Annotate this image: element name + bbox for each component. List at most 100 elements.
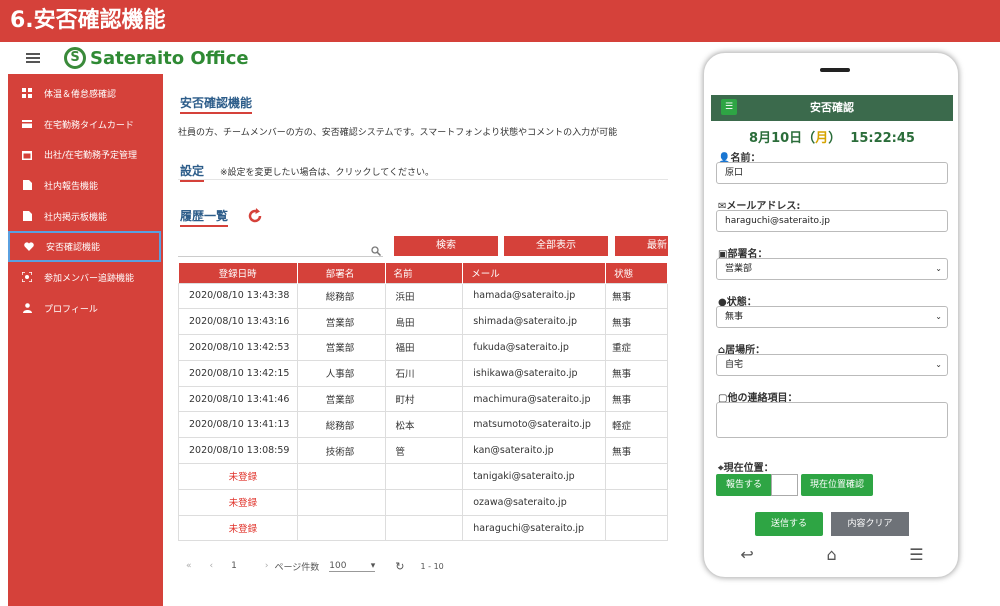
date-cell: 2020/08/10 13:41:46	[178, 385, 298, 413]
status-select[interactable]: 無事 ⌄	[716, 306, 948, 328]
send-button[interactable]: 送信する	[755, 512, 823, 536]
page-range: 1 - 10	[420, 561, 444, 571]
email-cell: matsumoto@sateraito.jp	[462, 411, 607, 439]
sidebar-item-label: 体温＆倦怠感確認	[44, 89, 117, 100]
dept-cell: 営業部	[296, 385, 386, 413]
sidebar-item-label: 参加メンバー追跡機能	[44, 273, 135, 284]
email-cell: fukuda@sateraito.jp	[462, 334, 607, 361]
column-header[interactable]: 部署名	[297, 263, 386, 283]
check-position-button[interactable]: 現在位置確認	[801, 474, 873, 496]
sidebar-item-health-check[interactable]: 体温＆倦怠感確認	[8, 78, 163, 109]
report-toggle[interactable]	[771, 474, 798, 496]
settings-note: ※設定を変更したい場合は、クリックしてください。	[220, 168, 435, 178]
sidebar-item-profile[interactable]: プロフィール	[8, 293, 163, 324]
sidebar-item-label: 社内報告機能	[44, 181, 99, 192]
sidebar-item-label: 社内掲示板機能	[44, 212, 108, 223]
home-nav-icon[interactable]: ⌂	[826, 545, 836, 564]
page-banner: 6.安否確認機能	[0, 0, 1000, 42]
dept-cell	[296, 488, 386, 516]
weekday-text: 月	[815, 131, 829, 146]
location-select[interactable]: 自宅 ⌄	[716, 354, 948, 376]
search-icon[interactable]	[371, 241, 382, 260]
per-page-label: ページ件数	[274, 562, 320, 573]
sidebar-item-board[interactable]: 社内掲示板機能	[8, 201, 163, 232]
name-cell: 松本	[384, 411, 464, 439]
dept-select[interactable]: 営業部 ⌄	[716, 258, 948, 280]
heart-icon	[24, 242, 34, 252]
name-input[interactable]: 原口	[716, 162, 948, 184]
refresh-page-icon[interactable]: ↻	[395, 560, 404, 573]
dept-cell: 人事部	[296, 359, 386, 387]
email-input[interactable]: haraguchi@sateraito.jp	[716, 210, 948, 232]
status-cell	[605, 488, 668, 516]
email-cell: hamada@sateraito.jp	[462, 282, 607, 310]
column-header[interactable]: メール	[462, 263, 607, 283]
search-row: 検索 全部表示 最新	[178, 236, 668, 258]
table-row[interactable]: 2020/08/10 13:08:59 技術部 管 kan@sateraito.…	[178, 437, 668, 465]
status-cell: 無事	[605, 308, 668, 336]
table-row[interactable]: 2020/08/10 13:43:38 総務部 浜田 hamada@satera…	[178, 282, 668, 310]
clear-button[interactable]: 内容クリア	[831, 512, 909, 536]
status-cell	[605, 514, 668, 542]
chevron-down-icon: ⌄	[935, 264, 942, 273]
unregistered-cell: 未登録	[178, 514, 298, 542]
hamburger-menu-icon[interactable]	[26, 53, 40, 63]
table-row[interactable]: 未登録 ozawa@sateraito.jp	[178, 488, 668, 516]
latest-button[interactable]: 最新	[615, 236, 668, 256]
column-header[interactable]: 状態	[605, 263, 668, 283]
status-cell	[605, 463, 668, 490]
back-icon[interactable]: ↩	[740, 545, 753, 564]
main-content: 安否確認機能 社員の方、チームメンバーの方の、安否確認システムです。スマートフォ…	[178, 74, 668, 606]
report-button[interactable]: 報告する	[716, 474, 772, 496]
settings-link[interactable]: 設定	[180, 162, 205, 182]
dept-cell: 総務部	[296, 411, 386, 439]
table-row[interactable]: 2020/08/10 13:41:13 総務部 松本 matsumoto@sat…	[178, 411, 668, 439]
menu-icon[interactable]: ☰	[909, 545, 923, 564]
document-icon	[22, 180, 32, 191]
location-value: 自宅	[725, 360, 744, 370]
table-row[interactable]: 2020/08/10 13:42:53 営業部 福田 fukuda@satera…	[178, 334, 668, 361]
name-cell: 福田	[384, 334, 464, 361]
table-row[interactable]: 2020/08/10 13:41:46 営業部 町村 machimura@sat…	[178, 385, 668, 413]
sidebar-item-tracking[interactable]: 参加メンバー追跡機能	[8, 262, 163, 293]
name-cell	[384, 488, 464, 516]
email-cell: haraguchi@sateraito.jp	[462, 514, 607, 542]
history-title: 履歴一覧	[180, 207, 229, 227]
app-logo[interactable]: S Sateraito Office	[64, 47, 249, 69]
first-page-icon[interactable]: «	[186, 561, 192, 571]
sidebar-item-safety[interactable]: 安否確認機能	[8, 231, 161, 263]
phone-title: 安否確認	[810, 101, 854, 114]
sidebar-item-timecard[interactable]: 在宅勤務タイムカード	[8, 109, 163, 140]
other-textarea[interactable]	[716, 402, 948, 438]
status-cell: 無事	[605, 359, 668, 387]
status-cell: 無事	[605, 385, 668, 413]
list-menu-icon[interactable]: ☰	[721, 99, 737, 115]
date-suffix: ）	[828, 131, 842, 146]
next-page-icon[interactable]: ›	[265, 561, 269, 571]
current-page[interactable]: 1	[231, 561, 237, 571]
refresh-icon[interactable]	[246, 207, 264, 229]
date-cell: 2020/08/10 13:42:15	[178, 359, 298, 387]
per-page-select[interactable]: 100 ▾	[329, 560, 376, 572]
status-cell: 無事	[605, 437, 668, 465]
search-button[interactable]: 検索	[394, 236, 498, 256]
table-row[interactable]: 未登録 tanigaki@sateraito.jp	[178, 463, 668, 490]
column-header[interactable]: 登録日時	[178, 263, 298, 283]
dept-value: 営業部	[725, 264, 753, 274]
dropdown-arrow-icon: ▾	[370, 560, 376, 571]
table-row[interactable]: 未登録 haraguchi@sateraito.jp	[178, 514, 668, 542]
dept-cell: 営業部	[296, 334, 386, 361]
sidebar-item-schedule[interactable]: 出社/在宅勤務予定管理	[8, 139, 163, 170]
table-row[interactable]: 2020/08/10 13:42:15 人事部 石川 ishikawa@sate…	[178, 359, 668, 387]
status-cell: 軽症	[605, 411, 668, 439]
sidebar-item-report[interactable]: 社内報告機能	[8, 170, 163, 201]
table-row[interactable]: 2020/08/10 13:43:16 営業部 島田 shimada@sater…	[178, 308, 668, 336]
column-header[interactable]: 名前	[385, 263, 464, 283]
name-cell	[384, 463, 464, 490]
history-table: 登録日時 部署名 名前 メール 状態 2020/08/10 13:43:38 総…	[178, 263, 668, 542]
date-text: 8月10日（	[749, 131, 816, 146]
show-all-button[interactable]: 全部表示	[504, 236, 608, 256]
card-icon	[22, 119, 32, 129]
prev-page-icon[interactable]: ‹	[210, 561, 214, 571]
search-input[interactable]	[178, 256, 383, 257]
